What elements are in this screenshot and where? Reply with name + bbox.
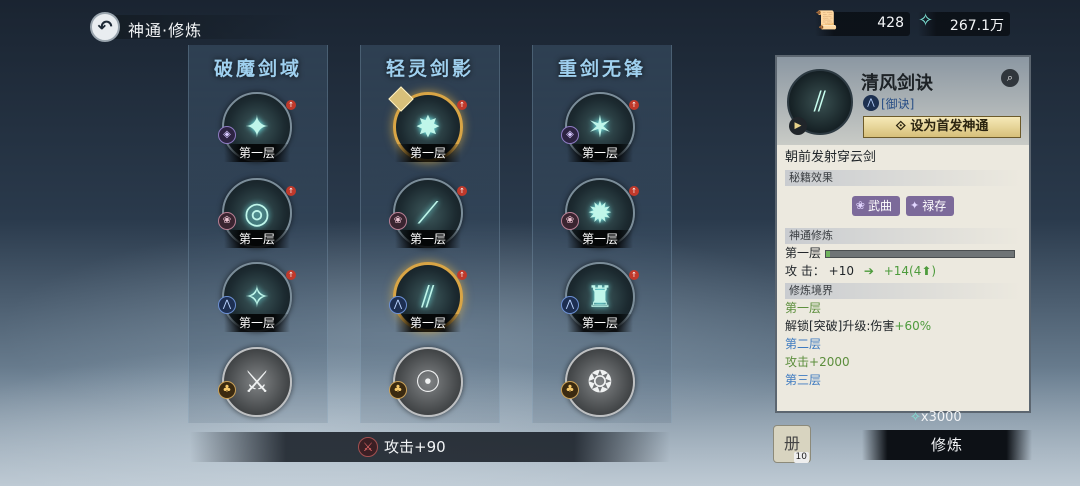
skill-name: 清风剑诀 bbox=[861, 73, 933, 94]
skill-art-icon: ❂ bbox=[587, 364, 613, 400]
attack-total-label: 攻击+90 bbox=[384, 438, 446, 456]
upgrade-dot-icon: ↑ bbox=[286, 270, 296, 280]
magnifier-icon[interactable]: ⌕ bbox=[1001, 69, 1019, 87]
section-realm: 修炼境界 bbox=[785, 283, 1021, 299]
realm-name: 第一层 bbox=[785, 301, 822, 315]
chip-label: 武曲 bbox=[867, 199, 892, 213]
realm-effect: 攻击+2000 bbox=[785, 353, 1021, 371]
realm-effect-value: +60% bbox=[894, 319, 932, 333]
column-title: 重剑无锋 bbox=[557, 58, 646, 80]
element-badge-icon: ◈ bbox=[218, 126, 236, 144]
skill-type: [御诀] bbox=[881, 97, 915, 111]
skill-level: 第一层 bbox=[224, 144, 290, 162]
upgrade-dot-icon: ↑ bbox=[457, 100, 467, 110]
skill-detail-panel: ⫽ ▶ 清风剑诀 ⋀ [御诀] ⌕ ⟐ 设为首发神通 朝前发射穿云剑 秘籍效果 … bbox=[775, 55, 1031, 413]
realm-effect: 解锁[突破]升级:伤害+60% bbox=[785, 317, 1021, 335]
crystal-icon: ✧ bbox=[910, 410, 921, 425]
crystal-currency: ✧ 267.1万 bbox=[918, 10, 1010, 36]
skill-art-icon: ☉ bbox=[414, 364, 442, 400]
level-progress-fill bbox=[826, 250, 830, 257]
skill-level: 第一层 bbox=[567, 314, 633, 332]
element-badge-icon: ❀ bbox=[389, 212, 407, 230]
chip-lucun[interactable]: ✦ 禄存 bbox=[906, 196, 955, 216]
attack-label: 攻 击： bbox=[785, 264, 825, 278]
scroll-count: 428 bbox=[877, 15, 904, 31]
flower-icon: ❀ bbox=[855, 199, 865, 212]
skill-level: 第一层 bbox=[395, 314, 461, 332]
column-title: 轻灵剑影 bbox=[385, 58, 474, 80]
realm-name: 第二层 bbox=[785, 337, 822, 351]
element-badge-icon: ❀ bbox=[218, 212, 236, 230]
skill-level: 第一层 bbox=[567, 230, 633, 248]
chip-label: 禄存 bbox=[922, 199, 947, 213]
panel-header: ⫽ ▶ 清风剑诀 ⋀ [御诀] ⌕ ⟐ 设为首发神通 bbox=[777, 57, 1029, 145]
attack-now: +10 bbox=[828, 264, 854, 278]
level-progress-row: 第一层 bbox=[785, 244, 1021, 262]
level-progress-bar bbox=[825, 249, 1016, 258]
skill-level: 第一层 bbox=[567, 144, 633, 162]
element-badge-icon: ❀ bbox=[561, 212, 579, 230]
cost: ✧x3000 bbox=[910, 410, 962, 425]
upgrade-dot-icon: ↑ bbox=[286, 100, 296, 110]
upgrade-dot-icon: ↑ bbox=[629, 270, 639, 280]
section-secret: 秘籍效果 bbox=[785, 170, 1021, 186]
upgrade-dot-icon: ↑ bbox=[629, 100, 639, 110]
cost-value: x3000 bbox=[920, 410, 962, 425]
element-badge-icon: ⋀ bbox=[218, 296, 236, 314]
realm-effect-value: +2000 bbox=[809, 355, 850, 369]
attack-total: ⚔ 攻击+90 bbox=[358, 436, 446, 457]
skill-type-icon: ⋀ bbox=[863, 95, 879, 111]
section-training: 神通修炼 bbox=[785, 228, 1021, 244]
current-level: 第一层 bbox=[785, 246, 822, 260]
element-badge-icon: ♣ bbox=[218, 381, 236, 399]
crystal-count: 267.1万 bbox=[949, 18, 1004, 34]
upgrade-dot-icon: ↑ bbox=[457, 186, 467, 196]
element-badge-icon: ⋀ bbox=[561, 296, 579, 314]
skill-level: 第一层 bbox=[395, 144, 461, 162]
secret-chips: ❀ 武曲 ✦ 禄存 bbox=[785, 196, 1021, 216]
element-badge-icon: ⋀ bbox=[389, 296, 407, 314]
attack-row: 攻 击： +10 ➔ +14(4⬆) bbox=[785, 262, 1021, 280]
element-badge-icon: ♣ bbox=[561, 381, 579, 399]
skill-level: 第一层 bbox=[395, 230, 461, 248]
element-badge-icon: ◈ bbox=[561, 126, 579, 144]
skill-level: 第一层 bbox=[224, 230, 290, 248]
set-first-label: 设为首发神通 bbox=[910, 119, 989, 134]
arrow-right-icon: ➔ bbox=[863, 264, 874, 278]
panel-body: 朝前发射穿云剑 秘籍效果 ❀ 武曲 ✦ 禄存 神通修炼 第一层 攻 击： +10 ➔… bbox=[777, 145, 1029, 411]
upgrade-dot-icon: ↑ bbox=[629, 186, 639, 196]
book-count: 10 bbox=[793, 452, 809, 463]
realm-effect-text: 解锁[突破]升级:伤害 bbox=[785, 319, 895, 333]
scroll-icon: 📜 bbox=[815, 10, 838, 31]
crystal-icon: ✧ bbox=[918, 10, 934, 31]
set-first-button[interactable]: ⟐ 设为首发神通 bbox=[863, 116, 1021, 138]
play-preview-icon[interactable]: ▶ bbox=[789, 117, 807, 135]
element-badge-icon: ♣ bbox=[389, 381, 407, 399]
sword-icon: ⚔ bbox=[358, 436, 378, 457]
chip-wuqu[interactable]: ❀ 武曲 bbox=[851, 196, 900, 216]
page-title: 神通·修炼 bbox=[128, 21, 203, 40]
star-icon: ✦ bbox=[910, 199, 920, 212]
realm-effect-text: 攻击 bbox=[785, 355, 810, 369]
upgrade-dot-icon: ↑ bbox=[457, 270, 467, 280]
manual-book-icon[interactable]: 册 10 bbox=[773, 425, 811, 463]
train-button[interactable]: 修炼 bbox=[862, 430, 1032, 460]
skill-art-icon: ⚔ bbox=[243, 364, 271, 400]
scroll-currency: 📜 428 bbox=[815, 10, 910, 36]
realm-name: 第三层 bbox=[785, 373, 822, 387]
back-arrow-icon[interactable]: ↶ bbox=[90, 12, 120, 42]
upgrade-dot-icon: ↑ bbox=[286, 186, 296, 196]
skill-level: 第一层 bbox=[224, 314, 290, 332]
attack-next: +14(4⬆) bbox=[883, 264, 937, 278]
skill-description: 朝前发射穿云剑 bbox=[785, 150, 877, 165]
column-title: 破魔剑域 bbox=[213, 58, 302, 80]
